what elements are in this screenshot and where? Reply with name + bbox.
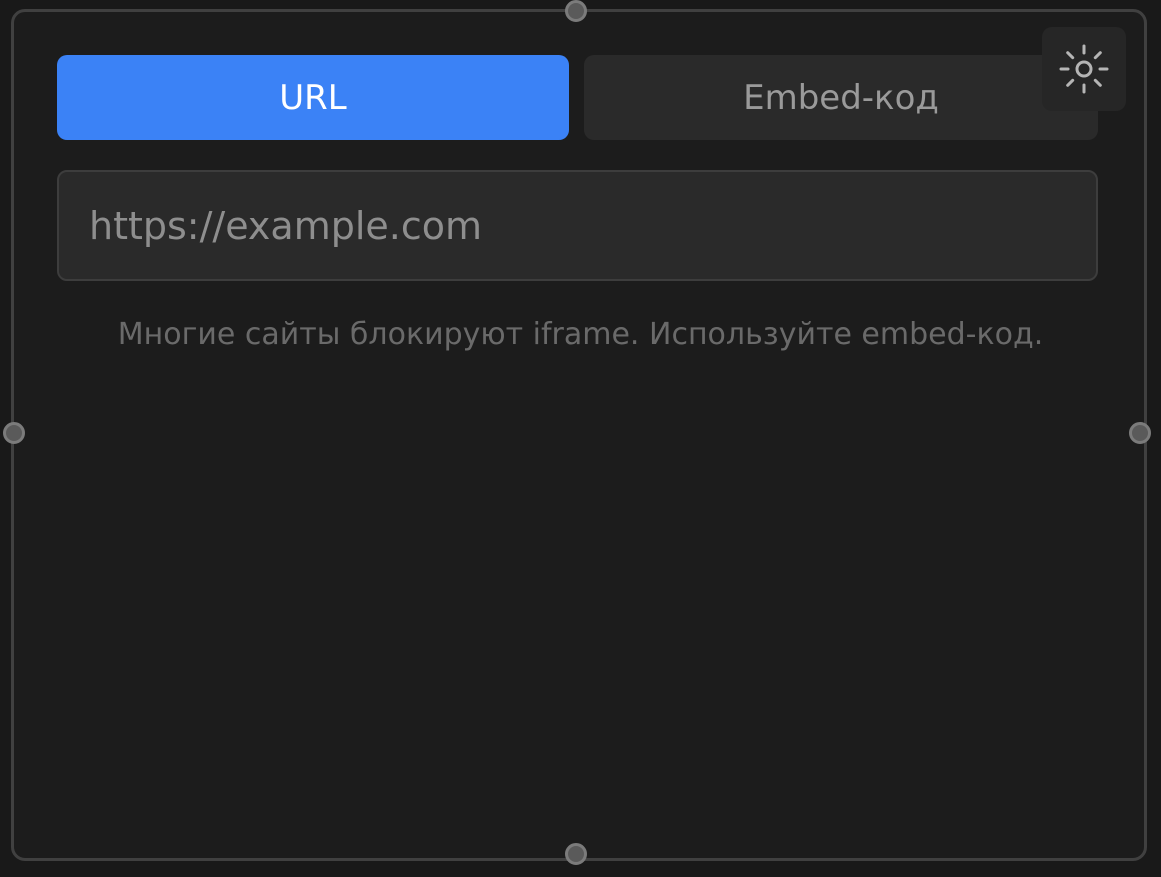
tab-embed-code[interactable]: Embed-код	[584, 55, 1098, 140]
connection-handle-bottom[interactable]	[565, 843, 587, 865]
tab-url[interactable]: URL	[57, 55, 569, 140]
connection-handle-top[interactable]	[565, 0, 587, 22]
settings-button[interactable]	[1042, 27, 1126, 111]
canvas-background: URL Embed-код Многие сайты блокируют ifr…	[0, 0, 1161, 877]
tab-embed-code-label: Embed-код	[743, 77, 939, 118]
tab-url-label: URL	[279, 77, 347, 118]
connection-handle-right[interactable]	[1129, 422, 1151, 444]
url-input[interactable]	[57, 170, 1098, 281]
hint-text: Многие сайты блокируют iframe. Используй…	[117, 317, 1044, 352]
connection-handle-left[interactable]	[3, 422, 25, 444]
sun-icon	[1059, 44, 1109, 94]
